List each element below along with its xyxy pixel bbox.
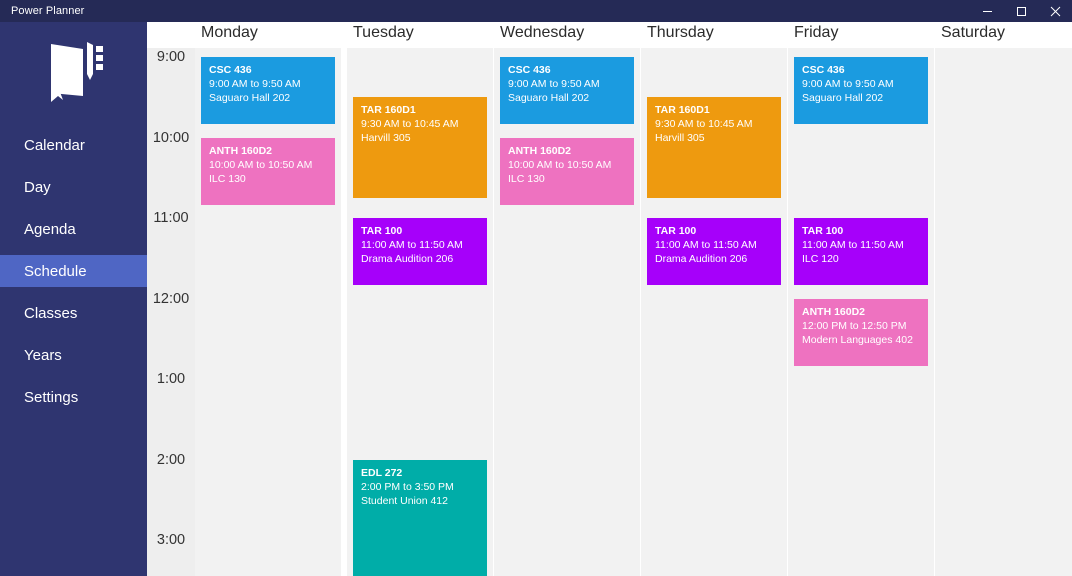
sidebar-item-schedule[interactable]: Schedule — [0, 255, 147, 287]
event-location: Drama Audition 206 — [655, 253, 748, 265]
event-block[interactable]: TAR 100 11:00 AM to 11:50 AM Drama Auditio… — [647, 218, 781, 286]
event-title: ANTH 160D2 — [802, 305, 866, 318]
event-title: TAR 100 — [361, 225, 403, 237]
event-title: CSC 436 — [508, 64, 551, 76]
event-location: ILC 120 — [802, 253, 839, 265]
event-location: Student Union 412 — [361, 494, 448, 507]
power-planner-logo-icon — [50, 41, 103, 102]
time-gutter: 9:00 10:00 11:00 12:00 1:00 2:00 3:00 — [147, 22, 195, 576]
day-header-tuesday: Tuesday — [353, 24, 414, 41]
event-location: Modern Languages 402 — [802, 333, 913, 346]
event-title: EDL 272 — [361, 466, 403, 479]
day-column-tuesday[interactable]: TAR 160D1 9:30 AM to 10:45 AM Harvill 305 T… — [347, 48, 493, 576]
time-label: 10:00 — [152, 129, 190, 146]
title-bar: Power Planner — [0, 0, 1072, 22]
day-column-saturday[interactable] — [935, 48, 1072, 576]
minimize-button[interactable] — [970, 0, 1004, 22]
event-time: 9:00 AM to 9:50 AM — [209, 78, 301, 90]
schedule-view: 9:00 10:00 11:00 12:00 1:00 2:00 3:00 CSC 436 9… — [147, 22, 1072, 576]
sidebar-item-label: Settings — [24, 388, 79, 406]
sidebar-item-label: Calendar — [24, 136, 85, 154]
sidebar-item-years[interactable]: Years — [0, 339, 147, 371]
event-time: 10:00 AM to 10:50 AM — [508, 158, 612, 171]
event-title: TAR 100 — [802, 225, 844, 237]
event-location: ILC 130 — [508, 172, 545, 185]
sidebar: Calendar Day Agenda Schedule Classes Yea… — [0, 22, 147, 576]
event-title: ANTH 160D2 — [508, 144, 572, 157]
logo-container — [0, 22, 147, 119]
day-column-wednesday[interactable]: CSC 436 9:00 AM to 9:50 AM Saguaro Hall 20… — [494, 48, 640, 576]
sidebar-item-day[interactable]: Day — [0, 171, 147, 203]
event-title: TAR 160D1 — [361, 104, 416, 117]
window-title: Power Planner — [11, 5, 85, 17]
event-title: ANTH 160D2 — [209, 144, 273, 157]
event-block[interactable]: EDL 272 2:00 PM to 3:50 PM Student Union 4… — [353, 459, 487, 576]
sidebar-item-label: Agenda — [24, 220, 76, 238]
event-title: TAR 160D1 — [655, 104, 710, 117]
event-block[interactable]: CSC 436 9:00 AM to 9:50 AM Saguaro Hall 20… — [500, 57, 634, 125]
sidebar-item-label: Day — [24, 178, 51, 196]
day-header-saturday: Saturday — [941, 24, 1006, 41]
day-header-friday: Friday — [794, 24, 839, 41]
event-time: 12:00 PM to 12:50 PM — [802, 319, 907, 332]
event-location: Saguaro Hall 202 — [508, 92, 590, 104]
sidebar-item-label: Years — [24, 346, 62, 364]
day-header-thursday: Thursday — [647, 24, 714, 41]
time-label: 9:00 — [156, 49, 186, 65]
close-icon — [1050, 6, 1060, 16]
event-time: 11:00 AM to 11:50 AM — [361, 239, 463, 251]
event-location: ILC 130 — [209, 172, 246, 185]
event-time: 10:00 AM to 10:50 AM — [209, 158, 313, 171]
event-location: Saguaro Hall 202 — [209, 92, 291, 104]
time-label: 11:00 — [153, 210, 189, 226]
event-time: 9:30 AM to 10:45 AM — [655, 118, 753, 131]
day-column-friday[interactable]: CSC 436 9:00 AM to 9:50 AM Saguaro Hall 20… — [788, 48, 934, 576]
event-title: TAR 100 — [655, 225, 697, 237]
time-label: 12:00 — [152, 290, 190, 307]
schedule-grid: 9:00 10:00 11:00 12:00 1:00 2:00 3:00 CSC 436 9… — [147, 22, 1072, 576]
event-title: CSC 436 — [209, 64, 252, 76]
event-location: Harvill 305 — [361, 132, 411, 145]
maximize-button[interactable] — [1004, 0, 1038, 22]
time-label: 2:00 — [156, 451, 186, 468]
day-header-monday: Monday — [201, 24, 258, 41]
time-label: 1:00 — [156, 371, 186, 387]
sidebar-item-label: Classes — [24, 304, 78, 322]
event-time: 9:00 AM to 9:50 AM — [508, 78, 600, 90]
event-block[interactable]: ANTH 160D2 12:00 PM to 12:50 PM Modern Lan… — [794, 298, 928, 366]
event-time: 9:00 AM to 9:50 AM — [802, 78, 894, 90]
day-column-monday[interactable]: CSC 436 9:00 AM to 9:50 AM Saguaro Hall 20… — [195, 48, 341, 576]
event-block[interactable]: CSC 436 9:00 AM to 9:50 AM Saguaro Hall 20… — [794, 57, 928, 125]
day-header-row: Monday Tuesday Wednesday Thursday Friday Satu… — [147, 22, 1072, 48]
event-block[interactable]: TAR 160D1 9:30 AM to 10:45 AM Harvill 305 — [353, 97, 487, 198]
sidebar-item-agenda[interactable]: Agenda — [0, 213, 147, 245]
sidebar-item-calendar[interactable]: Calendar — [0, 129, 147, 161]
day-column-thursday[interactable]: TAR 160D1 9:30 AM to 10:45 AM Harvill 305 T… — [641, 48, 787, 576]
event-block[interactable]: ANTH 160D2 10:00 AM to 10:50 AM ILC 130 — [201, 137, 335, 205]
maximize-icon — [1016, 6, 1026, 16]
event-block[interactable]: TAR 100 11:00 AM to 11:50 AM Drama Auditio… — [353, 218, 487, 286]
sidebar-item-label: Schedule — [24, 262, 87, 280]
day-header-wednesday: Wednesday — [500, 24, 585, 41]
sidebar-item-settings[interactable]: Settings — [0, 381, 147, 413]
event-time: 11:00 AM to 11:50 AM — [802, 239, 904, 251]
event-location: Saguaro Hall 202 — [802, 92, 884, 104]
event-time: 11:00 AM to 11:50 AM — [655, 239, 757, 251]
event-location: Drama Audition 206 — [361, 253, 454, 265]
event-time: 9:30 AM to 10:45 AM — [361, 118, 459, 131]
power-planner-window: Power Planner Calendar Day Agenda Schedu… — [0, 0, 1072, 576]
time-label: 3:00 — [156, 532, 186, 548]
sidebar-item-classes[interactable]: Classes — [0, 297, 147, 329]
event-time: 2:00 PM to 3:50 PM — [361, 480, 454, 493]
close-button[interactable] — [1038, 0, 1072, 22]
event-block[interactable]: ANTH 160D2 10:00 AM to 10:50 AM ILC 130 — [500, 137, 634, 205]
minimize-icon — [982, 10, 992, 12]
event-title: CSC 436 — [802, 64, 845, 76]
event-block[interactable]: CSC 436 9:00 AM to 9:50 AM Saguaro Hall 20… — [201, 57, 335, 125]
event-block[interactable]: TAR 100 11:00 AM to 11:50 AM ILC 120 — [794, 218, 928, 286]
event-block[interactable]: TAR 160D1 9:30 AM to 10:45 AM Harvill 305 — [647, 97, 781, 198]
event-location: Harvill 305 — [655, 132, 705, 145]
